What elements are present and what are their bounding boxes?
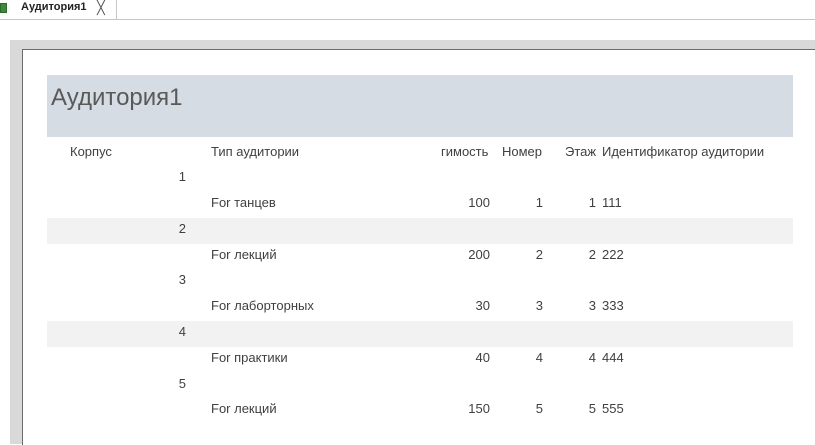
- row-capacity: 30: [475, 298, 490, 313]
- row-room-id: 555: [602, 401, 624, 416]
- row-number: 3: [535, 298, 543, 313]
- row-floor: 2: [588, 247, 596, 262]
- group-korpus: 1: [178, 169, 186, 184]
- header-number: Номер: [502, 144, 543, 159]
- row-room-type: For практики: [211, 350, 288, 365]
- group-korpus: 3: [178, 272, 186, 287]
- row-capacity: 200: [468, 247, 490, 262]
- row-floor: 1: [588, 195, 596, 210]
- row-floor: 3: [588, 298, 596, 313]
- row-number: 2: [535, 247, 543, 262]
- document-tab-bar: Аудитория1 ╳: [0, 0, 815, 20]
- row-room-type: For лекций: [211, 247, 277, 262]
- header-floor: Этаж: [565, 144, 597, 159]
- row-number: 4: [535, 350, 543, 365]
- group-band-4: [47, 321, 793, 347]
- row-room-id: 444: [602, 350, 624, 365]
- report-header: Аудитория1: [47, 75, 793, 137]
- tab-auditoriya1[interactable]: Аудитория1 ╳: [0, 0, 117, 19]
- row-number: 5: [535, 401, 543, 416]
- report-title: Аудитория1: [51, 84, 183, 111]
- row-capacity: 150: [468, 401, 490, 416]
- row-room-type: For танцев: [211, 195, 276, 210]
- group-korpus: 2: [178, 221, 186, 236]
- header-room-id: Идентификатор аудитории: [602, 144, 765, 159]
- row-floor: 5: [588, 401, 596, 416]
- tab-label: Аудитория1: [21, 1, 87, 13]
- group-band-2: [47, 218, 793, 244]
- row-capacity: 100: [468, 195, 490, 210]
- row-capacity: 40: [475, 350, 490, 365]
- close-icon[interactable]: ╳: [97, 0, 105, 16]
- row-room-id: 111: [602, 195, 622, 210]
- row-number: 1: [535, 195, 543, 210]
- row-floor: 4: [588, 350, 596, 365]
- group-korpus: 4: [178, 324, 186, 339]
- header-room-type: Тип аудитории: [211, 144, 300, 159]
- row-room-id: 222: [602, 247, 624, 262]
- header-korpus: Корпус: [70, 144, 112, 159]
- header-capacity: гимость: [441, 144, 489, 159]
- group-korpus: 5: [178, 376, 186, 391]
- report-icon: [0, 3, 7, 13]
- row-room-type: For лаборторных: [211, 298, 314, 313]
- row-room-id: 333: [602, 298, 624, 313]
- row-room-type: For лекций: [211, 401, 277, 416]
